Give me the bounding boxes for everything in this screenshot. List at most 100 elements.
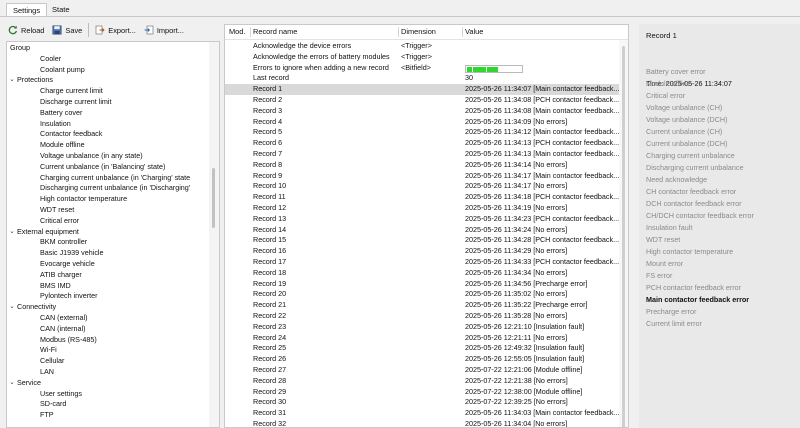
- tree-item[interactable]: FTP: [7, 410, 207, 421]
- header-dimension[interactable]: Dimension: [401, 25, 436, 39]
- tree-item[interactable]: Basic J1939 vehicle: [7, 248, 207, 259]
- tree-item-label: Basic J1939 vehicle: [40, 248, 104, 258]
- header-mod[interactable]: Mod.: [229, 25, 245, 39]
- table-row[interactable]: Record 7 2025-05-26 11:34:13 [Main contac…: [225, 149, 620, 160]
- tree-group[interactable]: ⌄ Protections: [7, 75, 207, 86]
- record-name: Record 28: [253, 375, 287, 385]
- collapse-toggle-icon[interactable]: ⌄: [8, 302, 16, 312]
- tree-item[interactable]: Charging current unbalance (in 'Charging…: [7, 173, 207, 184]
- collapse-toggle-icon[interactable]: ⌄: [8, 75, 16, 85]
- settings-tree[interactable]: Group Cooler Coolant pump ⌄ Protections Charg…: [6, 41, 220, 428]
- export-button[interactable]: Export...: [91, 21, 140, 39]
- tree-group[interactable]: ⌄ Connectivity: [7, 302, 207, 313]
- table-row[interactable]: Record 12 2025-05-26 11:34:19 [No errors]: [225, 203, 620, 214]
- table-row[interactable]: Record 17 2025-05-26 11:34:33 [PCH contac…: [225, 257, 620, 268]
- header-value[interactable]: Value: [465, 25, 483, 39]
- table-row[interactable]: Record 26 2025-05-26 12:55:05 [Insulation…: [225, 354, 620, 365]
- tree-item[interactable]: CAN (internal): [7, 324, 207, 335]
- table-row[interactable]: Record 2 2025-05-26 11:34:08 [PCH contact…: [225, 95, 620, 106]
- table-row[interactable]: Acknowledge the device errors <Trigger>: [225, 41, 620, 52]
- tree-item[interactable]: Critical error: [7, 216, 207, 227]
- collapse-toggle-icon[interactable]: ⌄: [8, 378, 16, 388]
- tab-state[interactable]: State: [46, 3, 76, 17]
- tree-item[interactable]: Current unbalance (in 'Balancing' state): [7, 162, 207, 173]
- table-row[interactable]: Record 22 2025-05-26 11:35:28 [No errors]: [225, 311, 620, 322]
- tree-item[interactable]: Coolant pump: [7, 65, 207, 76]
- tree-item[interactable]: Insulation: [7, 119, 207, 130]
- table-scrollbar-thumb[interactable]: [622, 46, 625, 427]
- table-row[interactable]: Record 13 2025-05-26 11:34:23 [PCH contac…: [225, 214, 620, 225]
- table-row[interactable]: Record 9 2025-05-26 11:34:17 [Main contac…: [225, 171, 620, 182]
- tree-item[interactable]: Wi-Fi: [7, 345, 207, 356]
- table-row[interactable]: Errors to ignore when adding a new recor…: [225, 63, 620, 74]
- tree-item[interactable]: BMS IMD: [7, 281, 207, 292]
- tree-scrollbar-thumb[interactable]: [212, 168, 215, 228]
- table-row[interactable]: Last record 30: [225, 73, 620, 84]
- tree-item[interactable]: WDT reset: [7, 205, 207, 216]
- tree-item[interactable]: BKM controller: [7, 237, 207, 248]
- tree-item[interactable]: Charge current limit: [7, 86, 207, 97]
- tree-item[interactable]: Cooler: [7, 54, 207, 65]
- table-row[interactable]: Record 27 2025-07-22 12:21:06 [Module off…: [225, 365, 620, 376]
- tree-item[interactable]: Pylontech inverter: [7, 291, 207, 302]
- reload-button[interactable]: Reload: [4, 21, 48, 39]
- record-value: 2025-05-26 12:21:10 [Insulation fault]: [465, 321, 585, 331]
- table-row[interactable]: Record 19 2025-05-26 11:34:56 [Precharge …: [225, 279, 620, 290]
- table-row[interactable]: Record 6 2025-05-26 11:34:13 [PCH contact…: [225, 138, 620, 149]
- table-row[interactable]: Acknowledge the errors of battery module…: [225, 52, 620, 63]
- save-button[interactable]: Save: [48, 21, 86, 39]
- table-row[interactable]: Record 10 2025-05-26 11:34:17 [No errors]: [225, 181, 620, 192]
- header-record-name[interactable]: Record name: [253, 25, 297, 39]
- record-value: 2025-05-26 11:34:17 [No errors]: [465, 181, 568, 191]
- tree-item[interactable]: High contactor temperature: [7, 194, 207, 205]
- tab-settings[interactable]: Settings: [6, 3, 48, 17]
- table-row[interactable]: Record 32 2025-05-26 11:34:04 [No errors]: [225, 419, 620, 427]
- record-name: Record 2: [253, 95, 283, 104]
- table-row[interactable]: Record 31 2025-05-26 11:34:03 [Main conta…: [225, 408, 620, 419]
- tree-item[interactable]: Voltage unbalance (in any state): [7, 151, 207, 162]
- tree-item[interactable]: Cellular: [7, 356, 207, 367]
- table-scrollbar[interactable]: [619, 40, 628, 427]
- tree-item[interactable]: Group: [7, 43, 207, 54]
- tree-item[interactable]: ATIB charger: [7, 270, 207, 281]
- tree-item-label: Protections: [17, 75, 53, 85]
- table-row[interactable]: Record 25 2025-05-26 12:49:32 [Insulation…: [225, 343, 620, 354]
- table-row[interactable]: Record 28 2025-07-22 12:21:38 [No errors]: [225, 376, 620, 387]
- table-row[interactable]: Record 18 2025-05-26 11:34:34 [No errors]: [225, 268, 620, 279]
- table-row[interactable]: Record 15 2025-05-26 11:34:28 [PCH contac…: [225, 235, 620, 246]
- tree-item[interactable]: Battery cover: [7, 108, 207, 119]
- tree-item[interactable]: Contactor feedback: [7, 129, 207, 140]
- record-value: 2025-05-26 11:34:24 [No errors]: [465, 224, 568, 234]
- table-row[interactable]: Record 3 2025-05-26 11:34:08 [Main contac…: [225, 106, 620, 117]
- table-row[interactable]: Record 30 2025-07-22 12:39:25 [No errors]: [225, 397, 620, 408]
- table-row[interactable]: Record 11 2025-05-26 11:34:18 [PCH contac…: [225, 192, 620, 203]
- tree-item[interactable]: Discharge current limit: [7, 97, 207, 108]
- tree-item[interactable]: Discharging current unbalance (in 'Disch…: [7, 183, 207, 194]
- tree-group[interactable]: ⌄ Service: [7, 378, 207, 389]
- table-row[interactable]: Record 29 2025-07-22 12:38:00 [Module off…: [225, 387, 620, 398]
- table-row[interactable]: Record 16 2025-05-26 11:34:29 [No errors]: [225, 246, 620, 257]
- table-row[interactable]: Record 4 2025-05-26 11:34:09 [No errors]: [225, 117, 620, 128]
- record-value: 2025-05-26 11:34:09 [No errors]: [465, 116, 568, 126]
- import-button[interactable]: Import...: [140, 21, 188, 39]
- table-row[interactable]: Record 24 2025-05-26 12:21:11 [No errors]: [225, 333, 620, 344]
- table-row[interactable]: Record 8 2025-05-26 11:34:14 [No errors]: [225, 160, 620, 171]
- table-row[interactable]: Record 5 2025-05-26 11:34:12 [Main contac…: [225, 127, 620, 138]
- tree-item[interactable]: Evocarge vehicle: [7, 259, 207, 270]
- tree-item[interactable]: CAN (external): [7, 313, 207, 324]
- table-row[interactable]: Record 14 2025-05-26 11:34:24 [No errors]: [225, 225, 620, 236]
- tree-item[interactable]: SD-card: [7, 399, 207, 410]
- tree-item[interactable]: LAN: [7, 367, 207, 378]
- tree-item[interactable]: User settings: [7, 389, 207, 400]
- tree-group[interactable]: ⌄ External equipment: [7, 227, 207, 238]
- table-row[interactable]: Record 23 2025-05-26 12:21:10 [Insulation…: [225, 322, 620, 333]
- tree-item[interactable]: Module offline: [7, 140, 207, 151]
- table-row[interactable]: Record 1 2025-05-26 11:34:07 [Main contac…: [225, 84, 620, 95]
- tree-item-label: Discharge current limit: [40, 97, 112, 106]
- bitfield-bar[interactable]: [465, 64, 523, 73]
- table-row[interactable]: Record 20 2025-05-26 11:35:02 [No errors]: [225, 289, 620, 300]
- tree-scrollbar[interactable]: [209, 42, 219, 427]
- collapse-toggle-icon[interactable]: ⌄: [8, 227, 16, 237]
- table-row[interactable]: Record 21 2025-05-26 11:35:22 [Precharge …: [225, 300, 620, 311]
- tree-item[interactable]: Modbus (RS-485): [7, 335, 207, 346]
